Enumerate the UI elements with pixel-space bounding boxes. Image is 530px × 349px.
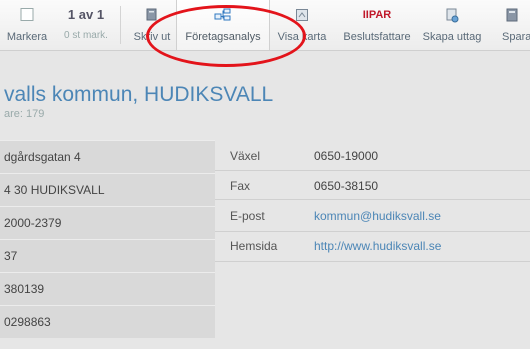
mark-button[interactable]: Markera	[4, 0, 50, 50]
phone-label: Växel	[230, 149, 261, 163]
detail-value: 380139	[0, 272, 215, 305]
analysis-icon	[214, 8, 232, 25]
marked-count: 0 st mark.	[64, 30, 108, 41]
save-icon	[506, 8, 518, 25]
bottom-area	[0, 338, 215, 349]
divider	[120, 6, 121, 44]
map-icon	[295, 8, 309, 25]
save-label: Spara	[502, 31, 530, 43]
decision-makers-button[interactable]: IIPAR Beslutsfattare	[336, 0, 418, 50]
divider	[215, 261, 530, 262]
email-link[interactable]: kommun@hudiksvall.se	[314, 202, 441, 231]
record-count: 1 av 1	[67, 7, 105, 22]
export-icon	[445, 8, 459, 26]
address-city: 4 30 HUDIKSVALL	[0, 173, 215, 206]
print-button[interactable]: Skriv ut	[130, 0, 174, 50]
toolbar: Markera 1 av 1 0 st mark. Skriv ut Föret…	[0, 0, 530, 51]
company-analysis-label: Företagsanalys	[185, 31, 261, 43]
contact-row-email: E-post kommun@hudiksvall.se	[215, 202, 530, 231]
decision-makers-label: Beslutsfattare	[343, 31, 411, 43]
checkbox-icon[interactable]	[20, 8, 34, 21]
contact-row-fax: Fax 0650-38150	[215, 172, 530, 201]
detail-value: 0298863	[0, 305, 215, 338]
website-link[interactable]: http://www.hudiksvall.se	[314, 232, 441, 261]
print-label: Skriv ut	[133, 31, 171, 43]
company-detail-page: Markera 1 av 1 0 st mark. Skriv ut Föret…	[0, 0, 530, 349]
selection-count: 1 av 1 0 st mark.	[56, 0, 116, 50]
company-analysis-button[interactable]: Företagsanalys	[176, 0, 270, 50]
email-label: E-post	[230, 209, 265, 223]
show-map-label: Visa karta	[277, 31, 327, 43]
par-logo: IIPAR	[362, 9, 392, 21]
fax-value: 0650-38150	[314, 179, 379, 193]
company-subtitle: are: 179	[4, 108, 45, 120]
website-label: Hemsida	[230, 239, 278, 253]
org-number: 2000-2379	[0, 206, 215, 239]
detail-value: 37	[0, 239, 215, 272]
contact-row-phone: Växel 0650-19000	[215, 142, 530, 171]
create-export-button[interactable]: Skapa uttag	[420, 0, 484, 50]
printer-icon	[145, 8, 159, 25]
company-title: valls kommun, HUDIKSVALL	[4, 83, 274, 106]
save-button[interactable]: Spara	[494, 0, 530, 50]
show-map-button[interactable]: Visa karta	[270, 0, 334, 50]
address-street: dgårdsgatan 4	[0, 140, 215, 173]
fax-label: Fax	[230, 179, 251, 193]
mark-label: Markera	[6, 31, 48, 43]
create-export-label: Skapa uttag	[422, 31, 482, 43]
contact-row-website: Hemsida http://www.hudiksvall.se	[215, 232, 530, 261]
phone-value: 0650-19000	[314, 149, 379, 163]
